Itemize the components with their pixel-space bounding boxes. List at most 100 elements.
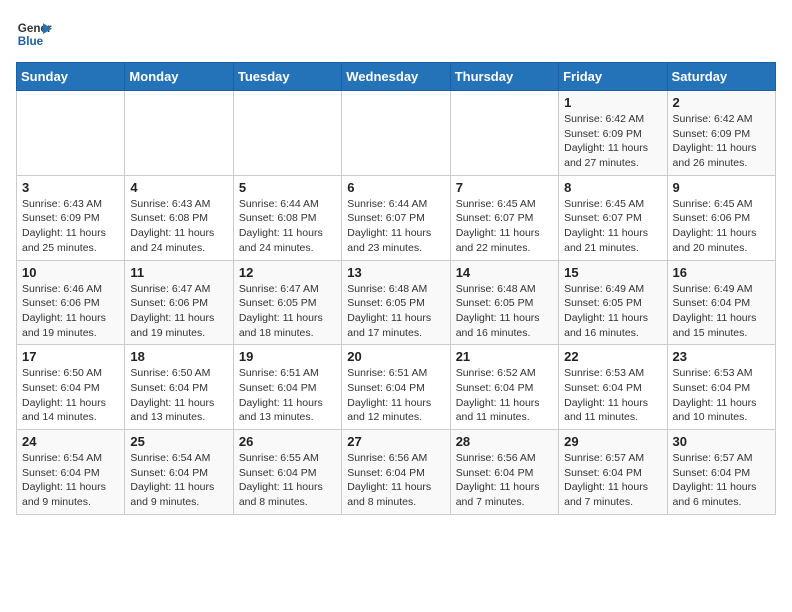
day-number: 18 (130, 349, 227, 364)
weekday-header-row: SundayMondayTuesdayWednesdayThursdayFrid… (17, 63, 776, 91)
day-number: 9 (673, 180, 770, 195)
cell-info: Sunrise: 6:51 AM Sunset: 6:04 PM Dayligh… (347, 366, 444, 425)
calendar-day-cell: 11Sunrise: 6:47 AM Sunset: 6:06 PM Dayli… (125, 260, 233, 345)
day-number: 26 (239, 434, 336, 449)
calendar-day-cell (233, 91, 341, 176)
day-number: 15 (564, 265, 661, 280)
day-number: 12 (239, 265, 336, 280)
cell-info: Sunrise: 6:50 AM Sunset: 6:04 PM Dayligh… (130, 366, 227, 425)
cell-info: Sunrise: 6:53 AM Sunset: 6:04 PM Dayligh… (564, 366, 661, 425)
page-header: General Blue (16, 16, 776, 52)
cell-info: Sunrise: 6:54 AM Sunset: 6:04 PM Dayligh… (130, 451, 227, 510)
logo: General Blue (16, 16, 52, 52)
calendar-day-cell: 22Sunrise: 6:53 AM Sunset: 6:04 PM Dayli… (559, 345, 667, 430)
cell-info: Sunrise: 6:55 AM Sunset: 6:04 PM Dayligh… (239, 451, 336, 510)
day-number: 21 (456, 349, 553, 364)
calendar-day-cell: 5 Sunrise: 6:44 AM Sunset: 6:08 PM Daylig… (233, 175, 341, 260)
day-number: 2 (673, 95, 770, 110)
cell-info: Sunrise: 6:45 AM Sunset: 6:06 PM Dayligh… (673, 197, 770, 256)
logo-icon: General Blue (16, 16, 52, 52)
calendar-day-cell (17, 91, 125, 176)
day-number: 25 (130, 434, 227, 449)
cell-info: Sunrise: 6:51 AM Sunset: 6:04 PM Dayligh… (239, 366, 336, 425)
calendar-day-cell: 12 Sunrise: 6:47 AM Sunset: 6:05 PM Dayli… (233, 260, 341, 345)
cell-info: Sunrise: 6:49 AM Sunset: 6:04 PM Dayligh… (673, 282, 770, 341)
cell-info: Sunrise: 6:48 AM Sunset: 6:05 PM Dayligh… (347, 282, 444, 341)
cell-info: Sunrise: 6:47 AM Sunset: 6:05 PM Dayligh… (239, 282, 336, 341)
day-number: 17 (22, 349, 119, 364)
cell-info: Sunrise: 6:47 AM Sunset: 6:06 PM Dayligh… (130, 282, 227, 341)
calendar-day-cell: 10 Sunrise: 6:46 AM Sunset: 6:06 PM Dayli… (17, 260, 125, 345)
day-number: 5 (239, 180, 336, 195)
calendar-day-cell: 21 Sunrise: 6:52 AM Sunset: 6:04 PM Dayli… (450, 345, 558, 430)
cell-info: Sunrise: 6:46 AM Sunset: 6:06 PM Dayligh… (22, 282, 119, 341)
cell-info: Sunrise: 6:45 AM Sunset: 6:07 PM Dayligh… (564, 197, 661, 256)
calendar-day-cell: 27Sunrise: 6:56 AM Sunset: 6:04 PM Dayli… (342, 430, 450, 515)
calendar-day-cell: 29 Sunrise: 6:57 AM Sunset: 6:04 PM Dayli… (559, 430, 667, 515)
calendar-week-row: 3 Sunrise: 6:43 AM Sunset: 6:09 PM Daylig… (17, 175, 776, 260)
day-number: 3 (22, 180, 119, 195)
svg-text:Blue: Blue (18, 35, 44, 48)
weekday-header-cell: Saturday (667, 63, 775, 91)
calendar-week-row: 24 Sunrise: 6:54 AM Sunset: 6:04 PM Dayli… (17, 430, 776, 515)
cell-info: Sunrise: 6:42 AM Sunset: 6:09 PM Dayligh… (673, 112, 770, 171)
day-number: 29 (564, 434, 661, 449)
calendar-day-cell: 15 Sunrise: 6:49 AM Sunset: 6:05 PM Dayli… (559, 260, 667, 345)
cell-info: Sunrise: 6:44 AM Sunset: 6:07 PM Dayligh… (347, 197, 444, 256)
cell-info: Sunrise: 6:44 AM Sunset: 6:08 PM Dayligh… (239, 197, 336, 256)
calendar-day-cell: 26 Sunrise: 6:55 AM Sunset: 6:04 PM Dayli… (233, 430, 341, 515)
calendar-day-cell: 7 Sunrise: 6:45 AM Sunset: 6:07 PM Daylig… (450, 175, 558, 260)
cell-info: Sunrise: 6:56 AM Sunset: 6:04 PM Dayligh… (456, 451, 553, 510)
weekday-header-cell: Thursday (450, 63, 558, 91)
cell-info: Sunrise: 6:50 AM Sunset: 6:04 PM Dayligh… (22, 366, 119, 425)
day-number: 19 (239, 349, 336, 364)
calendar-day-cell: 6 Sunrise: 6:44 AM Sunset: 6:07 PM Daylig… (342, 175, 450, 260)
day-number: 23 (673, 349, 770, 364)
calendar-day-cell (342, 91, 450, 176)
calendar-week-row: 17 Sunrise: 6:50 AM Sunset: 6:04 PM Dayli… (17, 345, 776, 430)
day-number: 24 (22, 434, 119, 449)
cell-info: Sunrise: 6:49 AM Sunset: 6:05 PM Dayligh… (564, 282, 661, 341)
calendar-day-cell (125, 91, 233, 176)
cell-info: Sunrise: 6:57 AM Sunset: 6:04 PM Dayligh… (673, 451, 770, 510)
calendar-day-cell: 17 Sunrise: 6:50 AM Sunset: 6:04 PM Dayli… (17, 345, 125, 430)
calendar-day-cell: 13Sunrise: 6:48 AM Sunset: 6:05 PM Dayli… (342, 260, 450, 345)
calendar-day-cell: 20Sunrise: 6:51 AM Sunset: 6:04 PM Dayli… (342, 345, 450, 430)
weekday-header-cell: Monday (125, 63, 233, 91)
calendar-day-cell: 1Sunrise: 6:42 AM Sunset: 6:09 PM Daylig… (559, 91, 667, 176)
cell-info: Sunrise: 6:53 AM Sunset: 6:04 PM Dayligh… (673, 366, 770, 425)
calendar-day-cell: 14 Sunrise: 6:48 AM Sunset: 6:05 PM Dayli… (450, 260, 558, 345)
calendar-day-cell: 9 Sunrise: 6:45 AM Sunset: 6:06 PM Daylig… (667, 175, 775, 260)
calendar-day-cell: 18 Sunrise: 6:50 AM Sunset: 6:04 PM Dayli… (125, 345, 233, 430)
calendar-body: 1 Sunrise: 6:42 AM Sunset: 6:09 PM Daylig… (17, 91, 776, 515)
calendar-day-cell (450, 91, 558, 176)
weekday-header-cell: Tuesday (233, 63, 341, 91)
day-number: 8 (564, 180, 661, 195)
cell-info: Sunrise: 6:56 AM Sunset: 6:04 PM Dayligh… (347, 451, 444, 510)
weekday-header-cell: Sunday (17, 63, 125, 91)
day-number: 30 (673, 434, 770, 449)
day-number: 7 (456, 180, 553, 195)
day-number: 10 (22, 265, 119, 280)
cell-info: Sunrise: 6:43 AM Sunset: 6:08 PM Dayligh… (130, 197, 227, 256)
calendar-day-cell: 16Sunrise: 6:49 AM Sunset: 6:04 PM Dayli… (667, 260, 775, 345)
weekday-header-cell: Friday (559, 63, 667, 91)
cell-info: Sunrise: 6:43 AM Sunset: 6:09 PM Dayligh… (22, 197, 119, 256)
cell-info: Sunrise: 6:52 AM Sunset: 6:04 PM Dayligh… (456, 366, 553, 425)
calendar-day-cell: 24Sunrise: 6:54 AM Sunset: 6:04 PM Dayli… (17, 430, 125, 515)
calendar-day-cell: 4Sunrise: 6:43 AM Sunset: 6:08 PM Daylig… (125, 175, 233, 260)
calendar-day-cell: 25 Sunrise: 6:54 AM Sunset: 6:04 PM Dayli… (125, 430, 233, 515)
cell-info: Sunrise: 6:45 AM Sunset: 6:07 PM Dayligh… (456, 197, 553, 256)
calendar-day-cell: 23 Sunrise: 6:53 AM Sunset: 6:04 PM Dayli… (667, 345, 775, 430)
calendar-day-cell: 30 Sunrise: 6:57 AM Sunset: 6:04 PM Dayli… (667, 430, 775, 515)
day-number: 1 (564, 95, 661, 110)
day-number: 28 (456, 434, 553, 449)
cell-info: Sunrise: 6:57 AM Sunset: 6:04 PM Dayligh… (564, 451, 661, 510)
calendar-week-row: 1 Sunrise: 6:42 AM Sunset: 6:09 PM Daylig… (17, 91, 776, 176)
day-number: 14 (456, 265, 553, 280)
calendar-day-cell: 28 Sunrise: 6:56 AM Sunset: 6:04 PM Dayli… (450, 430, 558, 515)
calendar-day-cell: 19 Sunrise: 6:51 AM Sunset: 6:04 PM Dayli… (233, 345, 341, 430)
cell-info: Sunrise: 6:48 AM Sunset: 6:05 PM Dayligh… (456, 282, 553, 341)
day-number: 6 (347, 180, 444, 195)
calendar-table: SundayMondayTuesdayWednesdayThursdayFrid… (16, 62, 776, 515)
